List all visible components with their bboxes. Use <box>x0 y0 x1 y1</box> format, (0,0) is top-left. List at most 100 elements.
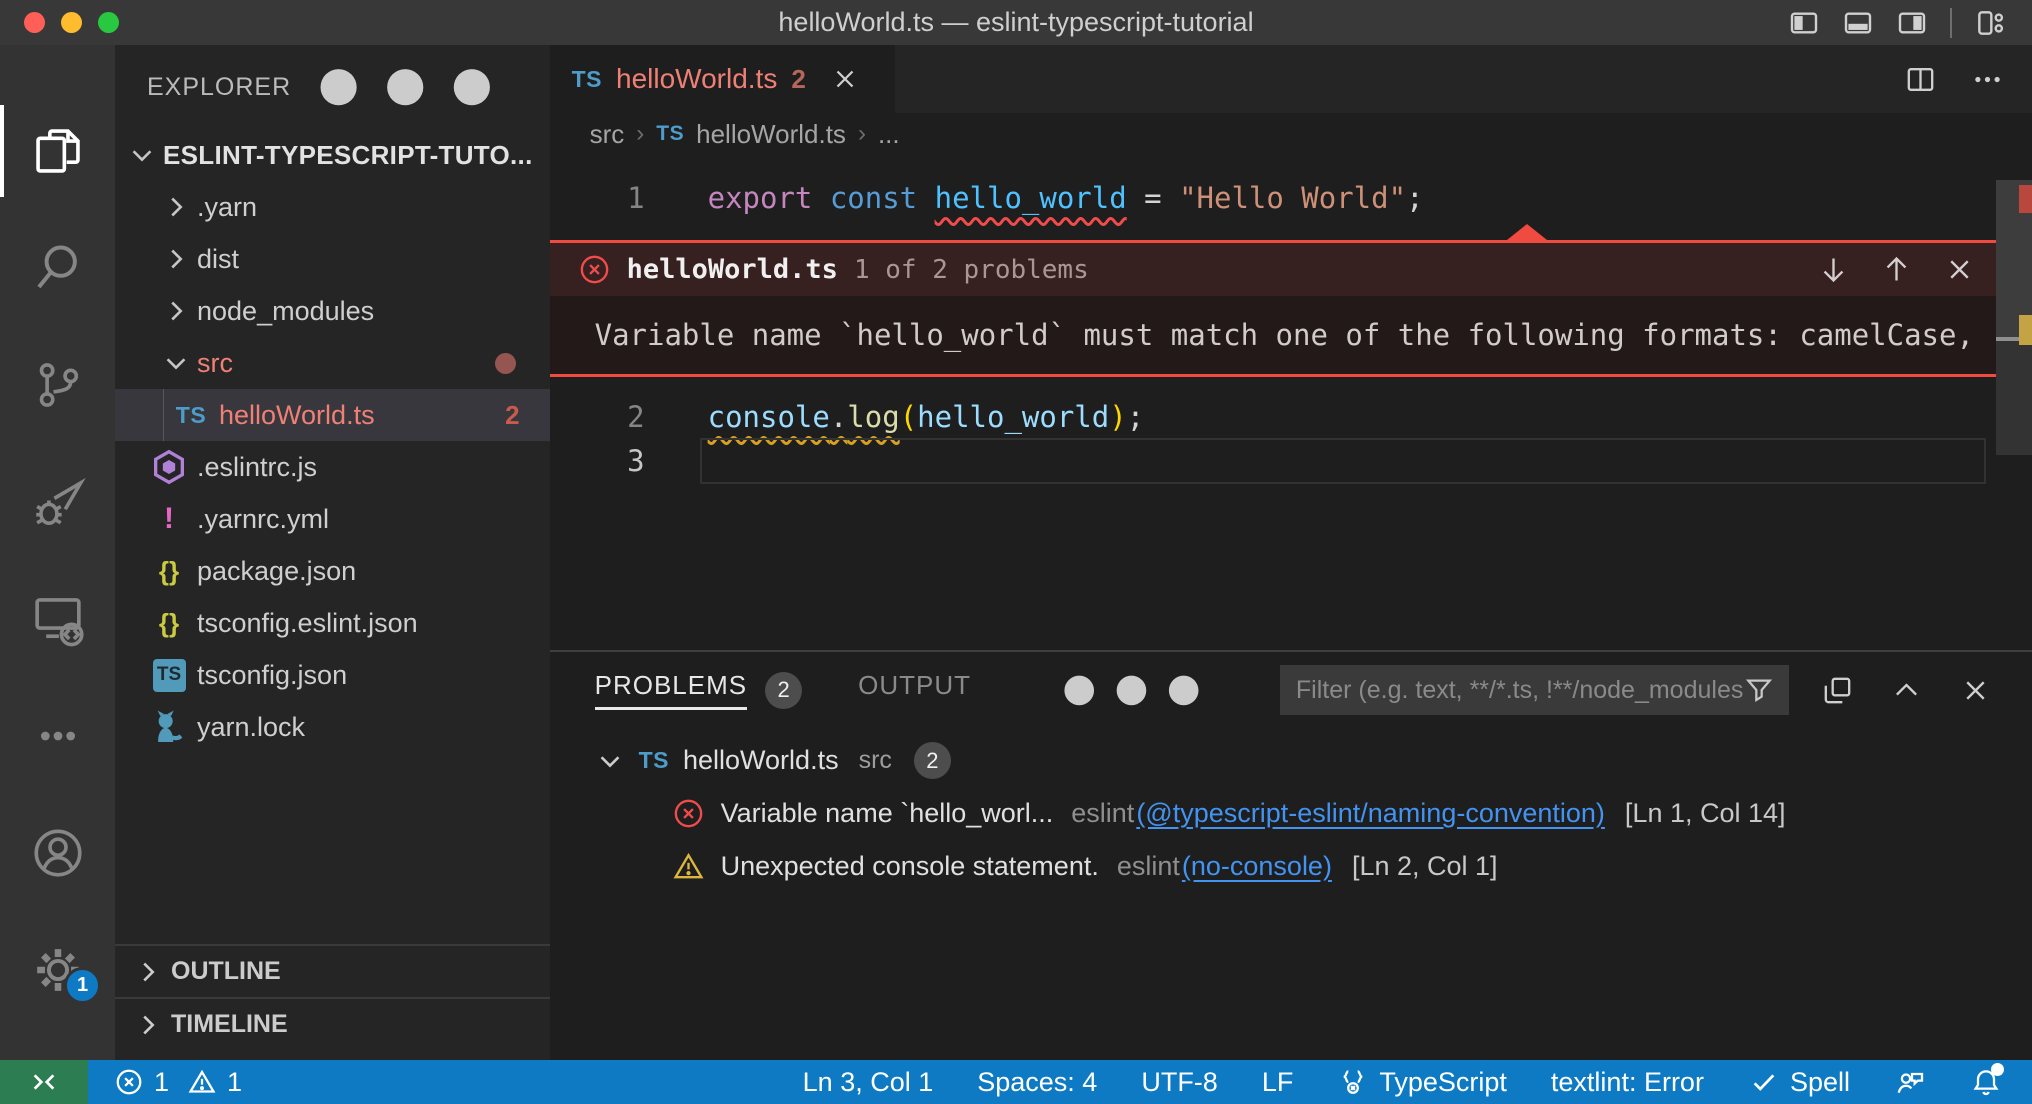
status-item-language-mode[interactable]: TypeScript <box>1337 1066 1507 1098</box>
problem-source: eslint <box>1071 798 1134 829</box>
filter-input[interactable] <box>1296 676 1743 705</box>
close-panel-icon[interactable] <box>1959 674 1992 707</box>
activity-item-run-debug[interactable] <box>0 462 115 542</box>
group-file-name: helloWorld.ts <box>683 745 839 776</box>
group-by-icon[interactable] <box>1821 674 1854 707</box>
toggle-secondary-sidebar-icon[interactable] <box>1896 7 1928 39</box>
zoom-window-button[interactable] <box>98 12 119 33</box>
warning-icon <box>187 1067 217 1097</box>
code-token: . <box>830 400 847 434</box>
tree-file-helloworld-ts[interactable]: TShelloWorld.ts2 <box>115 389 550 441</box>
close-icon[interactable] <box>1943 253 1976 286</box>
filter-icon[interactable] <box>1743 674 1775 706</box>
chevron-down-icon <box>127 140 157 170</box>
status-item-label: Spaces: 4 <box>977 1067 1097 1098</box>
peek-message[interactable]: Variable name `hello_world` must match o… <box>550 296 2032 374</box>
status-item-encoding[interactable]: UTF-8 <box>1141 1067 1218 1098</box>
code-editor[interactable]: 1export const hello_world = "Hello World… <box>550 155 2032 650</box>
status-problems[interactable]: 1 1 <box>114 1067 242 1098</box>
eslint-file-icon <box>149 447 189 487</box>
group-file-path: src <box>859 746 892 775</box>
tab-helloworld[interactable]: TS helloWorld.ts 2 <box>550 45 895 113</box>
code-token: console <box>708 400 830 434</box>
problem-row-error[interactable]: Variable name `hello_worl... eslint(@type… <box>550 787 2032 840</box>
code-token: const <box>830 181 917 215</box>
tree-file--eslintrc-js[interactable]: .eslintrc.js <box>115 441 550 493</box>
code-line-2[interactable]: 2console.log(hello_world); <box>550 395 1988 439</box>
tree-file-tsconfig-eslint-json[interactable]: {}tsconfig.eslint.json <box>115 597 550 649</box>
customize-layout-icon[interactable] <box>1974 7 2006 39</box>
tree-file-package-json[interactable]: {}package.json <box>115 545 550 597</box>
breadcrumb-file[interactable]: helloWorld.ts <box>696 119 846 150</box>
activity-item-explorer[interactable] <box>0 111 115 191</box>
activity-item-source-control[interactable] <box>0 345 115 425</box>
yarn-config-file-icon: ! <box>149 499 189 539</box>
status-item-feedback[interactable] <box>1894 1066 1926 1098</box>
arrow-down-icon[interactable] <box>1817 253 1850 286</box>
activity-item-settings[interactable]: 1 <box>0 930 115 1010</box>
sidebar-section-outline[interactable]: OUTLINE <box>115 944 550 997</box>
code-line-3[interactable]: 3 <box>550 439 1988 483</box>
tree-folder--yarn[interactable]: .yarn <box>115 181 550 233</box>
remote-indicator[interactable] <box>0 1060 88 1104</box>
toggle-primary-sidebar-icon[interactable] <box>1788 7 1820 39</box>
status-item-spell[interactable]: Spell <box>1748 1066 1850 1098</box>
close-window-button[interactable] <box>24 12 45 33</box>
sidebar-section-timeline[interactable]: TIMELINE <box>115 997 550 1050</box>
project-root-row[interactable]: ESLINT-TYPESCRIPT-TUTO... <box>115 129 550 181</box>
status-item-label: Ln 3, Col 1 <box>803 1067 934 1098</box>
problem-rule-link[interactable]: (@typescript-eslint/naming-convention) <box>1136 798 1605 829</box>
arrow-up-icon[interactable] <box>1880 253 1913 286</box>
peek-header: helloWorld.ts 1 of 2 problems <box>550 243 2032 296</box>
tree-folder-src[interactable]: src <box>115 337 550 389</box>
problem-row-warning[interactable]: Unexpected console statement.eslint(no-c… <box>550 840 2032 893</box>
tree-file-tsconfig-json[interactable]: TStsconfig.json <box>115 649 550 701</box>
activity-item-search[interactable] <box>0 228 115 308</box>
status-item-label: UTF-8 <box>1141 1067 1218 1098</box>
tree-folder-dist[interactable]: dist <box>115 233 550 285</box>
remote-explorer-icon <box>29 590 87 648</box>
code-token: hello_world <box>917 400 1109 434</box>
minimize-window-button[interactable] <box>61 12 82 33</box>
activity-item-remote-explorer[interactable] <box>0 579 115 659</box>
status-item-textlint[interactable]: textlint: Error <box>1551 1067 1704 1098</box>
breadcrumb-symbol[interactable]: ... <box>878 119 900 150</box>
tree-folder-node-modules[interactable]: node_modules <box>115 285 550 337</box>
tab-output[interactable]: OUTPUT <box>858 670 971 710</box>
peek-file-name: helloWorld.ts <box>627 254 838 285</box>
tab-problems[interactable]: PROBLEMS 2 <box>595 670 803 710</box>
window-title: helloWorld.ts — eslint-typescript-tutori… <box>0 7 2032 38</box>
breadcrumb-folder[interactable]: src <box>590 119 625 150</box>
file-label: tsconfig.eslint.json <box>197 608 418 639</box>
toggle-panel-icon[interactable] <box>1842 7 1874 39</box>
tree-file-yarn-lock[interactable]: yarn.lock <box>115 701 550 753</box>
split-editor-icon[interactable] <box>1904 63 1937 96</box>
problems-filter <box>1280 665 1789 715</box>
notification-dot <box>1991 1063 2004 1076</box>
code-token <box>917 181 934 215</box>
tab-label: PROBLEMS <box>595 670 748 710</box>
activity-item-more[interactable] <box>0 696 115 776</box>
editor-scrollbar[interactable] <box>1996 155 2032 650</box>
divider <box>1950 8 1952 38</box>
tree-file--yarnrc-yml[interactable]: !.yarnrc.yml <box>115 493 550 545</box>
close-tab-icon[interactable] <box>830 64 860 94</box>
problems-file-group-row[interactable]: TS helloWorld.ts src 2 <box>550 734 2032 787</box>
status-item-eol[interactable]: LF <box>1262 1067 1294 1098</box>
code-line-1[interactable]: 1export const hello_world = "Hello World… <box>550 176 1988 220</box>
status-item-cursor-position[interactable]: Ln 3, Col 1 <box>803 1067 934 1098</box>
tab-bar: TS helloWorld.ts 2 <box>550 45 2032 113</box>
status-item-notifications[interactable] <box>1970 1066 2002 1098</box>
problems-list: TS helloWorld.ts src 2 Variable name `he… <box>550 728 2032 893</box>
scrollbar-slider[interactable] <box>1996 341 2032 455</box>
status-item-indentation[interactable]: Spaces: 4 <box>977 1067 1097 1098</box>
error-count: 1 <box>154 1067 169 1098</box>
activity-item-accounts[interactable] <box>0 813 115 893</box>
code-token: ; <box>1406 181 1423 215</box>
maximize-panel-icon[interactable] <box>1890 674 1923 707</box>
bell-icon <box>1970 1066 2002 1098</box>
problem-message: Variable name `hello_worl... <box>721 798 1054 829</box>
problem-rule-link[interactable]: (no-console) <box>1182 851 1332 882</box>
editor-actions-icon[interactable] <box>1971 63 2004 96</box>
activity-bar: 1 <box>0 45 115 1060</box>
